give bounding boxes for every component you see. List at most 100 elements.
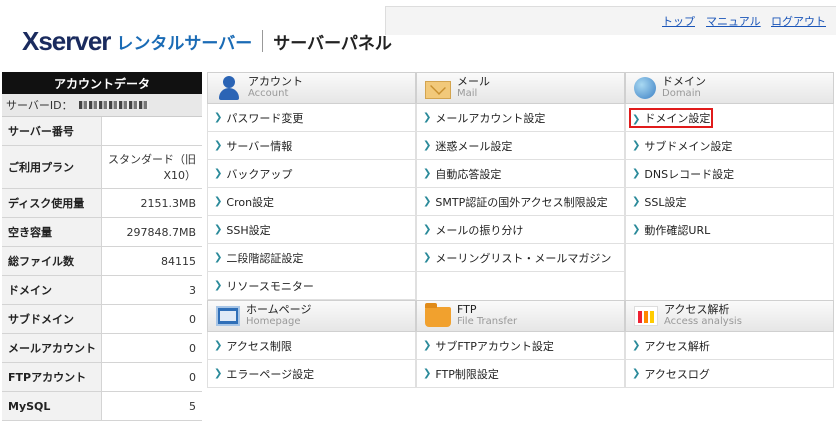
- top-link[interactable]: トップ: [662, 13, 695, 29]
- section-title: ホームページ: [246, 303, 312, 316]
- arrow-icon: ❯: [214, 280, 223, 291]
- section-title: FTP: [457, 303, 477, 316]
- menu-link-smtp-restriction[interactable]: ❯ SMTP認証の国外アクセス制限設定: [416, 188, 625, 216]
- menu-link-label: 自動応答設定: [435, 167, 502, 181]
- menu-link-dns[interactable]: ❯ DNSレコード設定: [625, 160, 834, 188]
- row-label: ドメイン: [2, 276, 102, 304]
- arrow-icon: ❯: [214, 140, 223, 151]
- section-title: メール: [457, 75, 490, 88]
- row-value: 2151.3MB: [140, 196, 196, 210]
- arrow-icon: ❯: [423, 340, 432, 351]
- sidebar-row: MySQL 5: [2, 392, 202, 421]
- menu-link-label: アクセス解析: [644, 339, 710, 353]
- empty-cell: [625, 244, 834, 272]
- globe-icon: [634, 77, 656, 99]
- menu-link-sub-ftp[interactable]: ❯ サブFTPアカウント設定: [416, 332, 625, 360]
- section-header-account: アカウント Account: [207, 72, 416, 104]
- logo-panel: サーバーパネル: [273, 33, 392, 54]
- menu-link-label: サブFTPアカウント設定: [435, 339, 554, 353]
- arrow-icon: ❯: [214, 112, 223, 123]
- manual-link[interactable]: マニュアル: [706, 13, 761, 29]
- row-value: 84115: [161, 254, 196, 268]
- menu-link-password[interactable]: ❯ パスワード変更: [207, 104, 416, 132]
- section-header-access: アクセス解析 Access analysis: [625, 300, 834, 332]
- section-subtitle: Account: [248, 88, 289, 99]
- menu-link-label: Cron設定: [226, 195, 275, 209]
- menu-link-spam[interactable]: ❯ 迷惑メール設定: [416, 132, 625, 160]
- sidebar-row: ドメイン 3: [2, 276, 202, 305]
- column-domain: ドメイン Domain ❯ ドメイン設定 ❯ サブドメイン設定 ❯ DNSレコード設定…: [625, 72, 834, 388]
- section-title: ドメイン: [662, 75, 706, 88]
- menu-link-mailing-list[interactable]: ❯ メーリングリスト・メールマガジン: [416, 244, 625, 272]
- menu-link-label: サブドメイン設定: [644, 139, 733, 153]
- menu-link-cron[interactable]: ❯ Cron設定: [207, 188, 416, 216]
- menu-link-ftp-restriction[interactable]: ❯ FTP制限設定: [416, 360, 625, 388]
- row-value: 0: [189, 341, 196, 355]
- menu-link-label: アクセス制限: [226, 339, 292, 353]
- arrow-icon: ❯: [423, 368, 432, 379]
- sidebar-title: アカウントデータ: [2, 72, 202, 94]
- section-header-homepage: ホームページ Homepage: [207, 300, 416, 332]
- server-id-masked: [78, 101, 149, 109]
- arrow-icon: ❯: [423, 112, 432, 123]
- menu-link-subdomain[interactable]: ❯ サブドメイン設定: [625, 132, 834, 160]
- column-account: アカウント Account ❯ パスワード変更 ❯ サーバー情報 ❯ バックアップ ❯…: [207, 72, 416, 388]
- section-title: アカウント: [248, 75, 303, 88]
- section-subtitle: Homepage: [246, 316, 301, 327]
- menu-link-2fa[interactable]: ❯ 二段階認証設定: [207, 244, 416, 272]
- arrow-icon: ❯: [214, 340, 223, 351]
- row-label: サーバー番号: [2, 117, 102, 145]
- arrow-icon: ❯: [214, 224, 223, 235]
- folder-icon: [425, 303, 451, 327]
- highlight-box: ❯ ドメイン設定: [628, 107, 714, 129]
- arrow-icon: ❯: [632, 113, 641, 125]
- sidebar-row: サブドメイン 0: [2, 305, 202, 334]
- menu-link-error-page[interactable]: ❯ エラーページ設定: [207, 360, 416, 388]
- menu-link-backup[interactable]: ❯ バックアップ: [207, 160, 416, 188]
- sidebar-row: 空き容量 297848.7MB: [2, 218, 202, 247]
- menu-link-ssl[interactable]: ❯ SSL設定: [625, 188, 834, 216]
- section-header-mail: メール Mail: [416, 72, 625, 104]
- menu-link-access-log[interactable]: ❯ アクセスログ: [625, 360, 834, 388]
- server-id: サーバーID：: [2, 94, 202, 117]
- row-value: 5: [189, 399, 196, 413]
- menu-link-label: アクセスログ: [644, 367, 710, 381]
- menu-link-test-url[interactable]: ❯ 動作確認URL: [625, 216, 834, 244]
- menu-link-server-info[interactable]: ❯ サーバー情報: [207, 132, 416, 160]
- sidebar-row: サーバー番号: [2, 117, 202, 146]
- menu-link-label: 動作確認URL: [644, 223, 711, 237]
- menu-link-label: サーバー情報: [226, 139, 293, 153]
- menu-link-access-analysis[interactable]: ❯ アクセス解析: [625, 332, 834, 360]
- person-icon: [216, 76, 242, 100]
- menu-link-mail-account[interactable]: ❯ メールアカウント設定: [416, 104, 625, 132]
- logo-rental: レンタルサーバー: [116, 33, 253, 54]
- logo-brand: Xserver: [22, 25, 111, 56]
- section-subtitle: Mail: [457, 88, 478, 99]
- row-label: サブドメイン: [2, 305, 102, 333]
- arrow-icon: ❯: [214, 168, 223, 179]
- row-label: MySQL: [2, 392, 102, 420]
- menu-link-autoreply[interactable]: ❯ 自動応答設定: [416, 160, 625, 188]
- chart-icon: [634, 306, 658, 326]
- row-label: FTPアカウント: [2, 363, 102, 391]
- arrow-icon: ❯: [423, 168, 432, 179]
- menu-link-label: メーリングリスト・メールマガジン: [435, 251, 612, 265]
- arrow-icon: ❯: [632, 140, 641, 151]
- menu-link-access-restriction[interactable]: ❯ アクセス制限: [207, 332, 416, 360]
- menu-link-label: SSL設定: [644, 195, 687, 209]
- section-title: アクセス解析: [664, 303, 730, 316]
- logout-link[interactable]: ログアウト: [771, 13, 826, 29]
- sidebar-row: ご利用プラン スタンダード（旧 X10）: [2, 146, 202, 189]
- empty-cell: [625, 272, 834, 300]
- xserver-logo[interactable]: Xserver レンタルサーバー サーバーパネル: [22, 26, 392, 56]
- menu-link-resource-monitor[interactable]: ❯ リソースモニター: [207, 272, 416, 300]
- menu-link-label: 迷惑メール設定: [435, 139, 513, 153]
- menu-link-mail-filter[interactable]: ❯ メールの振り分け: [416, 216, 625, 244]
- top-links: トップ マニュアル ログアウト: [385, 6, 836, 35]
- account-data-sidebar: アカウントデータ サーバーID： サーバー番号 ご利用プラン スタンダード（旧 …: [2, 72, 202, 421]
- menu-link-domain-settings[interactable]: ❯ ドメイン設定: [625, 104, 834, 132]
- header: Xserver レンタルサーバー サーバーパネル トップ マニュアル ログアウト: [0, 0, 840, 72]
- menu-link-ssh[interactable]: ❯ SSH設定: [207, 216, 416, 244]
- arrow-icon: ❯: [632, 368, 641, 379]
- column-mail: メール Mail ❯ メールアカウント設定 ❯ 迷惑メール設定 ❯ 自動応答設定 ❯ S…: [416, 72, 625, 388]
